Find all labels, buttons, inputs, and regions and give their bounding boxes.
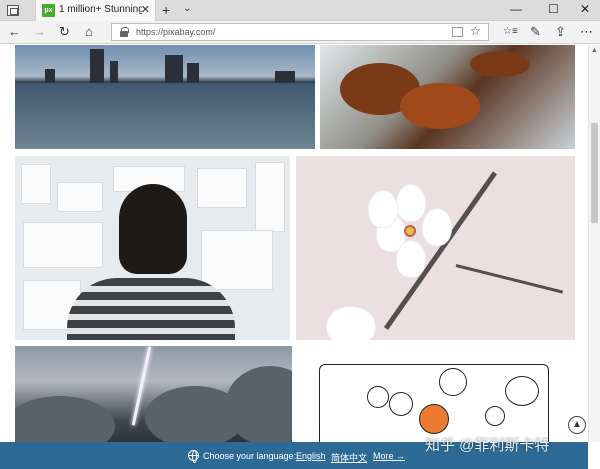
tab-pixabay[interactable]: px 1 million+ Stunning Free Images ✕ [35, 0, 156, 21]
page-scrollbar[interactable]: ▲ [588, 45, 600, 442]
language-more-link[interactable]: More → [373, 451, 405, 461]
photo-storm[interactable] [15, 346, 292, 442]
tab-actions-icon[interactable] [7, 5, 19, 16]
favorite-star-icon[interactable]: ☆ [470, 24, 481, 38]
reading-view-icon[interactable] [452, 27, 463, 37]
photo-harbor-city[interactable] [15, 45, 315, 149]
share-icon[interactable]: ⇪ [555, 24, 566, 40]
photo-cherry-blossom[interactable] [296, 156, 575, 340]
zhihu-watermark: 知乎 @菲利斯卡特 [425, 437, 550, 454]
photo-man-at-wall[interactable] [15, 156, 290, 340]
new-tab-icon[interactable]: + [162, 2, 170, 18]
back-icon[interactable]: ← [8, 24, 21, 39]
language-chinese-link[interactable]: 简体中文 [331, 451, 367, 464]
globe-icon [188, 450, 199, 463]
refresh-icon[interactable]: ↻ [59, 24, 70, 40]
photo-grid [0, 45, 588, 442]
address-bar[interactable]: https://pixabay.com/ ☆ [111, 23, 489, 41]
tab-title: 1 million+ Stunning Free Images [59, 4, 142, 15]
minimize-icon[interactable]: — [510, 2, 522, 16]
tab-bar: px 1 million+ Stunning Free Images ✕ + ⌄… [0, 0, 600, 21]
scrollbar-thumb[interactable] [591, 123, 598, 223]
tab-close-icon[interactable]: ✕ [141, 3, 150, 16]
tab-list-chevron-icon[interactable]: ⌄ [183, 3, 191, 14]
scroll-up-icon[interactable]: ▲ [591, 47, 598, 54]
navigation-bar: ← → ↻ ⌂ https://pixabay.com/ ☆ ☆≡ ✎ ⇪ ⋯ [0, 21, 600, 44]
language-prompt: Choose your language: [203, 451, 297, 461]
url-text: https://pixabay.com/ [136, 27, 216, 37]
back-to-top-button[interactable]: ▲ [568, 416, 586, 434]
photo-orangutan[interactable] [320, 45, 575, 149]
maximize-icon[interactable]: ☐ [548, 2, 559, 16]
language-english-link[interactable]: English [296, 451, 326, 461]
photo-doodle[interactable] [297, 346, 575, 442]
more-icon[interactable]: ⋯ [580, 24, 593, 40]
forward-icon[interactable]: → [33, 24, 46, 39]
lock-icon [120, 27, 129, 37]
pixabay-favicon-icon: px [42, 4, 55, 17]
hub-icon[interactable]: ☆≡ [503, 26, 518, 37]
home-icon[interactable]: ⌂ [85, 24, 93, 39]
pen-icon[interactable]: ✎ [530, 24, 541, 40]
window-close-icon[interactable]: ✕ [580, 2, 590, 16]
